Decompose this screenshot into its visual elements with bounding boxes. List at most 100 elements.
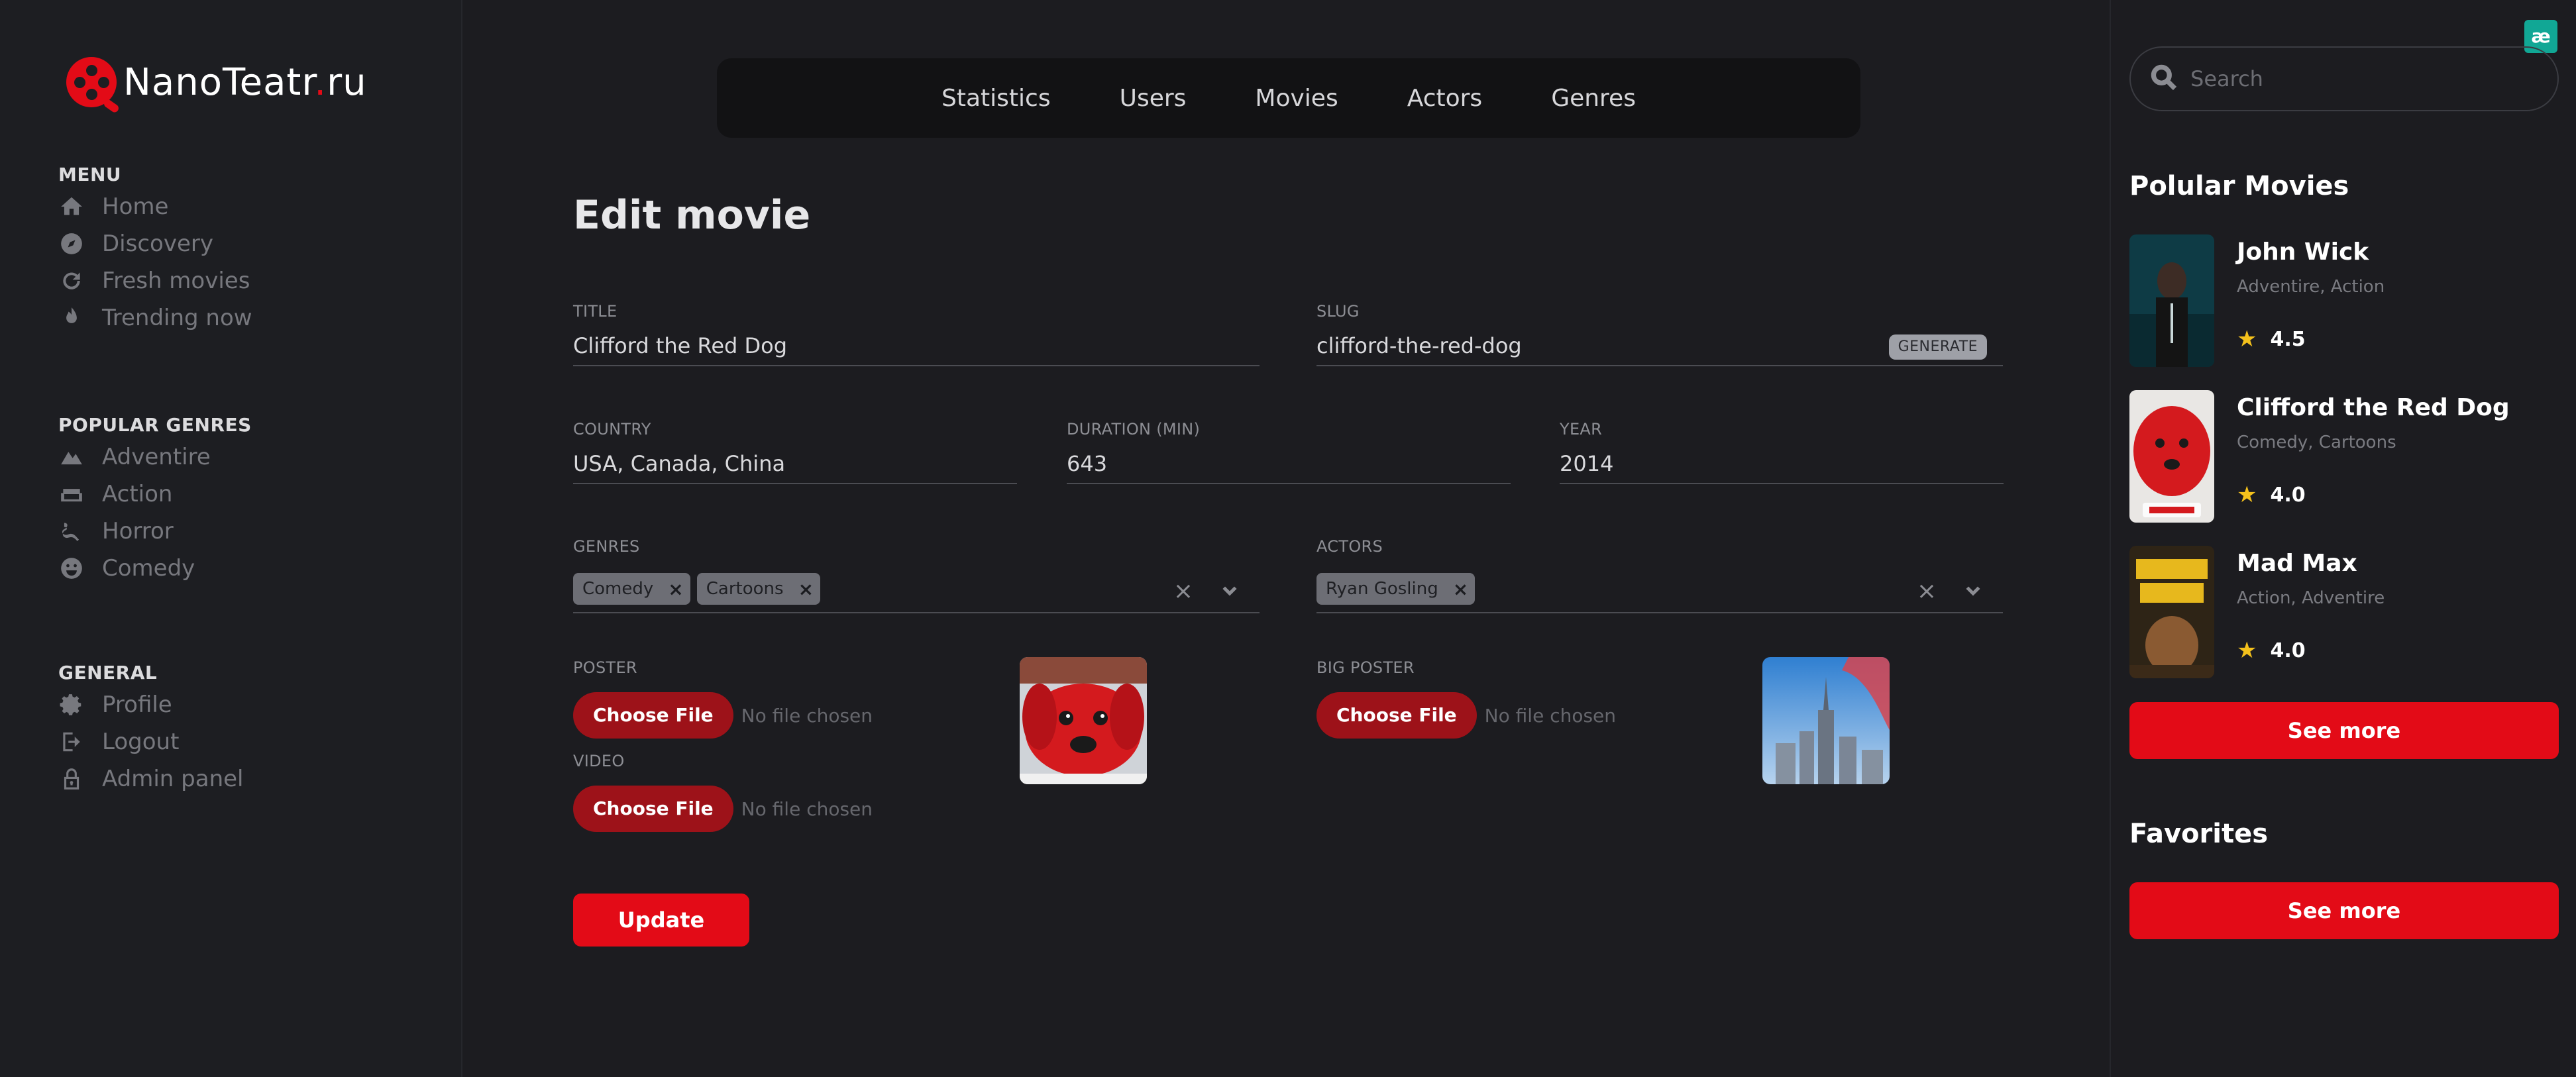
chip-remove-icon[interactable]: × (668, 578, 683, 600)
movie-genres: Adventire, Action (2237, 277, 2385, 297)
star-icon: ★ (2237, 637, 2257, 664)
see-more-favorites-button[interactable]: See more (2129, 882, 2559, 939)
movie-poster (2129, 234, 2214, 367)
sidebar-item-label: Fresh movies (102, 268, 250, 294)
nav-users[interactable]: Users (1085, 85, 1221, 112)
big-poster-choose-file-button[interactable]: Choose File (1316, 692, 1477, 739)
update-button[interactable]: Update (573, 894, 749, 947)
search-input[interactable]: Search (2129, 46, 2559, 111)
left-sidebar: NanoTeatr.ru MENU Home Discovery Fresh m… (0, 0, 462, 1077)
lock-icon (58, 766, 85, 792)
chevron-down-icon[interactable] (1220, 580, 1240, 603)
sidebar-item-home[interactable]: Home (58, 188, 252, 225)
sidebar-item-adventire[interactable]: Adventire (58, 438, 252, 476)
chip-remove-icon[interactable]: × (1453, 578, 1468, 600)
slug-label: SLUG (1316, 302, 1360, 321)
sidebar-item-horror[interactable]: Horror (58, 513, 252, 550)
duration-label: DURATION (MIN) (1067, 420, 1201, 438)
movie-title: Clifford the Red Dog (2237, 394, 2510, 421)
year-label: YEAR (1560, 420, 1603, 438)
popular-movies-title: Polular Movies (2129, 171, 2349, 201)
sidebar-item-profile[interactable]: Profile (58, 686, 244, 723)
genres-select[interactable]: Comedy × Cartoons × × (573, 566, 1260, 613)
search-placeholder: Search (2190, 66, 2263, 91)
movie-poster (2129, 546, 2214, 678)
generate-button[interactable]: GENERATE (1888, 334, 1987, 360)
movie-poster (2129, 390, 2214, 523)
sidebar-item-fresh-movies[interactable]: Fresh movies (58, 262, 252, 299)
menu-heading: MENU (58, 164, 122, 185)
sidebar-item-admin-panel[interactable]: Admin panel (58, 760, 244, 797)
poster-field: POSTER Choose File No file chosen (573, 658, 918, 739)
video-file-status: No file chosen (741, 797, 873, 820)
nav-movies[interactable]: Movies (1220, 85, 1372, 112)
big-poster-file-status: No file chosen (1484, 704, 1617, 727)
big-poster-file-input: Choose File No file chosen (1316, 692, 1661, 739)
gear-icon (58, 692, 85, 718)
actors-field: ACTORS Ryan Gosling × × (1316, 537, 2003, 613)
slug-field: SLUG clifford-the-red-dog GENERATE (1316, 301, 2003, 366)
actors-select[interactable]: Ryan Gosling × × (1316, 566, 2003, 613)
genres-section: POPULAR GENRES Adventire Action Horror C… (58, 412, 252, 587)
fire-icon (58, 305, 85, 331)
genre-chip: Cartoons × (696, 573, 821, 605)
movie-card[interactable]: Clifford the Red Dog Comedy, Cartoons ★ … (2129, 390, 2553, 523)
sidebar-item-discovery[interactable]: Discovery (58, 225, 252, 262)
country-input[interactable]: USA, Canada, China (573, 448, 1017, 484)
actors-label: ACTORS (1316, 537, 1383, 556)
video-file-input: Choose File No file chosen (573, 786, 918, 832)
star-icon: ★ (2237, 326, 2257, 352)
sidebar-item-comedy[interactable]: Comedy (58, 550, 252, 587)
nav-actors[interactable]: Actors (1373, 85, 1517, 112)
clear-icon[interactable]: × (1917, 578, 1937, 605)
actor-chip: Ryan Gosling × (1316, 573, 1476, 605)
video-field: VIDEO Choose File No file chosen (573, 751, 918, 832)
duration-field: DURATION (MIN) 643 (1067, 419, 1511, 484)
country-label: COUNTRY (573, 420, 651, 438)
general-heading: GENERAL (58, 662, 158, 684)
video-choose-file-button[interactable]: Choose File (573, 786, 733, 832)
favorites-title: Favorites (2129, 819, 2269, 849)
movie-card[interactable]: John Wick Adventire, Action ★ 4.5 (2129, 234, 2553, 367)
page-title: Edit movie (573, 192, 811, 238)
genres-heading: POPULAR GENRES (58, 414, 252, 436)
chevron-down-icon[interactable] (1963, 580, 1983, 603)
big-poster-preview-image (1762, 657, 1890, 784)
sidebar-item-label: Logout (102, 729, 180, 755)
clear-icon[interactable]: × (1173, 578, 1193, 605)
see-more-popular-button[interactable]: See more (2129, 702, 2559, 759)
logo[interactable]: NanoTeatr.ru (66, 57, 367, 114)
nav-genres[interactable]: Genres (1517, 85, 1670, 112)
poster-file-input: Choose File No file chosen (573, 692, 918, 739)
poster-choose-file-button[interactable]: Choose File (573, 692, 733, 739)
sidebar-item-label: Discovery (102, 231, 213, 257)
title-input[interactable]: Clifford the Red Dog (573, 331, 1260, 366)
smile-icon (58, 555, 85, 582)
search-icon (2149, 63, 2178, 95)
nav-statistics[interactable]: Statistics (907, 85, 1085, 112)
chip-remove-icon[interactable]: × (798, 578, 814, 600)
film-reel-icon (66, 57, 121, 114)
chip-label: Cartoons (706, 579, 784, 599)
movie-genres: Comedy, Cartoons (2237, 433, 2396, 452)
movie-genres: Action, Adventire (2237, 588, 2385, 608)
year-input[interactable]: 2014 (1560, 448, 2004, 484)
sidebar-item-action[interactable]: Action (58, 476, 252, 513)
sidebar-item-label: Profile (102, 692, 172, 718)
genres-label: GENRES (573, 537, 640, 556)
movie-title: Mad Max (2237, 550, 2357, 577)
slug-input[interactable]: clifford-the-red-dog GENERATE (1316, 331, 2003, 366)
sidebar-item-label: Horror (102, 518, 174, 544)
sidebar-item-logout[interactable]: Logout (58, 723, 244, 760)
country-field: COUNTRY USA, Canada, China (573, 419, 1017, 484)
sidebar-item-label: Adventire (102, 444, 211, 470)
sidebar-item-trending-now[interactable]: Trending now (58, 299, 252, 336)
compass-icon (58, 231, 85, 257)
big-poster-label: BIG POSTER (1316, 658, 1415, 677)
year-field: YEAR 2014 (1560, 419, 2004, 484)
movie-card[interactable]: Mad Max Action, Adventire ★ 4.0 (2129, 546, 2553, 678)
sidebar-item-label: Home (102, 193, 169, 220)
movie-rating: ★ 4.0 (2237, 482, 2306, 508)
duration-input[interactable]: 643 (1067, 448, 1511, 484)
sidebar-item-label: Action (102, 481, 173, 507)
